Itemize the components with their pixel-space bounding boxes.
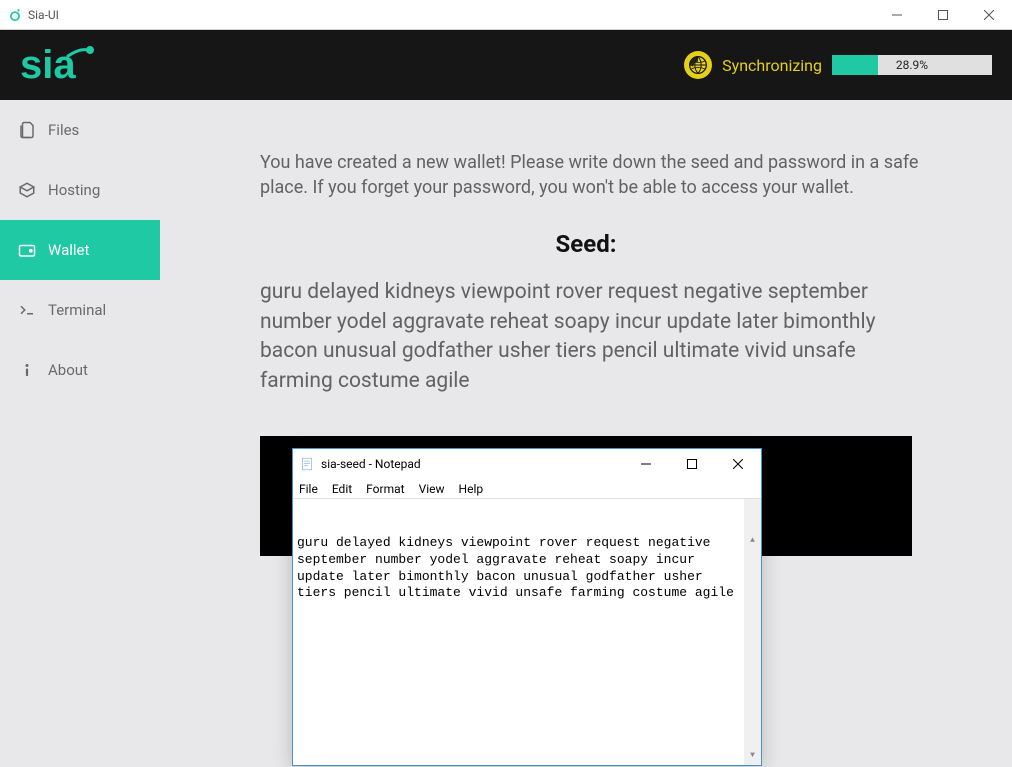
notepad-text: guru delayed kidneys viewpoint rover req… (297, 535, 757, 603)
sidebar-item-label: Hosting (48, 181, 100, 199)
sidebar-item-about[interactable]: About (0, 340, 160, 400)
notepad-minimize-button[interactable] (623, 449, 669, 479)
notepad-icon (299, 456, 315, 472)
sidebar-item-files[interactable]: Files (0, 100, 160, 160)
sync-label: Synchronizing (722, 56, 822, 75)
notepad-window[interactable]: sia-seed - Notepad File Edit Format View… (292, 448, 762, 766)
wallet-intro-text: You have created a new wallet! Please wr… (260, 150, 960, 200)
sync-progress-fill (832, 55, 878, 75)
maximize-button[interactable] (920, 0, 966, 29)
sync-area: Synchronizing 28.9% (684, 51, 992, 79)
sidebar-item-hosting[interactable]: Hosting (0, 160, 160, 220)
notepad-titlebar[interactable]: sia-seed - Notepad (293, 449, 761, 479)
notepad-close-button[interactable] (715, 449, 761, 479)
window-controls (874, 0, 1012, 29)
svg-text:sia: sia (20, 43, 76, 87)
notepad-menu-view[interactable]: View (419, 482, 445, 496)
scroll-up-icon[interactable]: ▲ (744, 533, 761, 550)
sidebar-item-label: Files (48, 121, 79, 139)
notepad-menu-help[interactable]: Help (459, 482, 484, 496)
notepad-title: sia-seed - Notepad (321, 457, 623, 471)
notepad-menu: File Edit Format View Help (293, 479, 761, 499)
sidebar-item-wallet[interactable]: Wallet (0, 220, 160, 280)
sia-logo: sia (20, 42, 684, 88)
files-icon (18, 121, 36, 139)
wallet-icon (18, 241, 36, 259)
sync-progress: 28.9% (832, 55, 992, 75)
app-logo-icon (8, 7, 24, 23)
terminal-icon (18, 301, 36, 319)
sidebar-item-terminal[interactable]: Terminal (0, 280, 160, 340)
notepad-menu-format[interactable]: Format (366, 482, 404, 496)
close-button[interactable] (966, 0, 1012, 29)
window-title: Sia-UI (28, 8, 874, 22)
sidebar-item-label: Wallet (48, 241, 89, 259)
notepad-maximize-button[interactable] (669, 449, 715, 479)
notepad-scrollbar[interactable]: ▲ ▼ (744, 499, 761, 765)
globe-icon (684, 51, 712, 79)
scroll-down-icon[interactable]: ▼ (744, 748, 761, 765)
notepad-menu-file[interactable]: File (299, 482, 318, 496)
header: sia Synchronizing 28.9% (0, 30, 1012, 100)
about-icon (18, 361, 36, 379)
titlebar: Sia-UI (0, 0, 1012, 30)
hosting-icon (18, 181, 36, 199)
minimize-button[interactable] (874, 0, 920, 29)
notepad-menu-edit[interactable]: Edit (332, 482, 352, 496)
sidebar-item-label: Terminal (48, 301, 106, 319)
seed-text: guru delayed kidneys viewpoint rover req… (260, 278, 900, 396)
seed-heading: Seed: (200, 230, 972, 258)
sidebar-item-label: About (48, 361, 88, 379)
notepad-textarea[interactable]: guru delayed kidneys viewpoint rover req… (293, 499, 761, 765)
sync-progress-text: 28.9% (896, 58, 928, 72)
sidebar: Files Hosting Wallet Terminal About (0, 100, 160, 767)
